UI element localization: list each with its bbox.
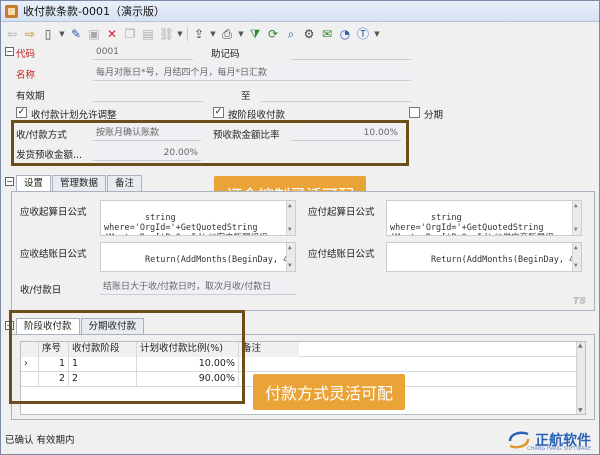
ar-end-formula[interactable]: Return(AddMonths(BeginDay, 4)) — [100, 242, 296, 272]
ap-end-code: Return(AddMonths(BeginDay, 4)) — [430, 255, 582, 265]
ap-end-label: 应付结账日公式 — [308, 249, 375, 260]
allow-adjust-label: 收付款计划允许调整 — [31, 110, 117, 121]
tm-icon[interactable]: Ⓣ — [356, 27, 370, 41]
scrollbar[interactable] — [286, 243, 295, 271]
settings-icon[interactable]: ⚙ — [302, 27, 316, 41]
detail-tabs: 设置 管理数据 备注 — [16, 175, 143, 191]
app-icon — [5, 4, 18, 18]
ar-start-label: 应收起算日公式 — [20, 207, 87, 218]
copy-icon[interactable]: ❐ — [123, 27, 137, 41]
scrollbar[interactable] — [572, 201, 581, 235]
title-bar: 收付款条款-0001（演示版） — [1, 1, 599, 22]
valid-to-label: 至 — [241, 91, 251, 102]
export-icon[interactable]: ⇪ — [192, 27, 206, 41]
filter-icon[interactable]: ⧩ — [248, 27, 262, 41]
ar-end-label: 应收结账日公式 — [20, 249, 87, 260]
code-label: 代码 — [16, 49, 36, 60]
pay-day-field[interactable]: 结账日大于收/付款日时，取次月收/付款日 — [100, 280, 296, 295]
name-field[interactable]: 每月对账日*号，月结四个月，每月*日汇款 — [93, 66, 411, 81]
ap-start-formula[interactable]: string where='OrgId='+GetQuotedString (M… — [386, 200, 582, 236]
status-text: 已确认 有效期内 — [5, 435, 75, 446]
name-label: 名称 — [16, 70, 36, 81]
search-icon[interactable]: ⌕ — [284, 27, 298, 41]
delete-icon[interactable]: ✕ — [105, 27, 119, 41]
highlight-box-payment — [9, 310, 245, 404]
ar-start-code: string where='OrgId='+GetQuotedString (M… — [104, 213, 268, 235]
logo-subtitle: CHANG HANG SOFTWARE — [527, 446, 591, 452]
watermark-logo: T8 — [572, 296, 586, 307]
mnemonic-label: 助记码 — [211, 49, 240, 60]
ar-start-formula[interactable]: string where='OrgId='+GetQuotedString (M… — [100, 200, 296, 236]
chevron-down-icon[interactable]: ▼ — [210, 27, 216, 41]
scrollbar[interactable] — [572, 243, 581, 271]
paste-icon[interactable]: ▤ — [141, 27, 155, 41]
scrollbar[interactable] — [286, 201, 295, 235]
allow-adjust-checkbox[interactable]: ✓ — [16, 107, 27, 118]
mnemonic-field[interactable] — [291, 45, 411, 60]
installment-label: 分期 — [424, 110, 444, 121]
stage-pay-checkbox[interactable]: ✓ — [213, 107, 224, 118]
window-title: 收付款条款-0001（演示版） — [23, 5, 165, 18]
chevron-down-icon[interactable]: ▼ — [177, 27, 183, 41]
collapse-toggle[interactable]: − — [5, 47, 14, 56]
app-window: 收付款条款-0001（演示版） ⇦ ⇨ ▯ ▼ ✎ ▣ ✕ ❐ ▤ ⛓ ▼ ⇪ … — [0, 0, 600, 455]
ap-start-label: 应付起算日公式 — [308, 207, 375, 218]
ap-start-code: string where='OrgId='+GetQuotedString (M… — [390, 213, 554, 235]
chevron-down-icon[interactable]: ▼ — [238, 27, 244, 41]
toolbar: ⇦ ⇨ ▯ ▼ ✎ ▣ ✕ ❐ ▤ ⛓ ▼ ⇪ ▼ ⎙ ▼ ⧩ ⟳ ⌕ ⚙ ✉ … — [1, 23, 599, 45]
ap-end-formula[interactable]: Return(AddMonths(BeginDay, 4)) — [386, 242, 582, 272]
scrollbar[interactable] — [576, 342, 585, 414]
message-icon[interactable]: ✉ — [320, 27, 334, 41]
print-icon[interactable]: ⎙ — [220, 27, 234, 41]
installment-checkbox[interactable] — [409, 107, 420, 118]
back-arrow-icon[interactable]: ⇦ — [5, 27, 19, 41]
pay-day-label: 收/付款日 — [20, 285, 62, 296]
chat-icon[interactable]: ◔ — [338, 27, 352, 41]
tab-settings[interactable]: 设置 — [16, 175, 52, 191]
edit-icon[interactable]: ✎ — [69, 27, 83, 41]
callout-payment: 付款方式灵活可配 — [253, 374, 406, 410]
refresh-icon[interactable]: ⟳ — [266, 27, 280, 41]
brand-logo: 正航软件 CHANG HANG SOFTWARE — [506, 429, 591, 452]
ar-end-code: Return(AddMonths(BeginDay, 4)) — [144, 255, 296, 265]
valid-to-field[interactable] — [261, 87, 411, 102]
tab-notes[interactable]: 备注 — [107, 175, 143, 191]
stage-pay-label: 按阶段收付款 — [228, 110, 286, 121]
tab-management[interactable]: 管理数据 — [52, 175, 107, 191]
new-document-icon[interactable]: ▯ — [41, 27, 55, 41]
col-note-header[interactable]: 备注 — [239, 342, 299, 357]
chevron-down-icon[interactable]: ▼ — [374, 27, 380, 41]
cell-note[interactable] — [239, 357, 299, 372]
link-icon[interactable]: ⛓ — [159, 27, 174, 41]
valid-from-field[interactable] — [93, 87, 203, 102]
code-field[interactable]: 0001 — [93, 45, 193, 60]
valid-period-label: 有效期 — [16, 91, 45, 102]
settings-panel: 应收起算日公式 string where='OrgId='+GetQuotedS… — [11, 191, 595, 311]
toolbar-divider — [187, 27, 188, 41]
collapse-toggle[interactable]: − — [5, 177, 14, 186]
chevron-down-icon[interactable]: ▼ — [59, 27, 65, 41]
save-icon[interactable]: ▣ — [87, 27, 101, 41]
highlight-box-deposit — [11, 120, 409, 166]
forward-arrow-icon[interactable]: ⇨ — [23, 27, 37, 41]
